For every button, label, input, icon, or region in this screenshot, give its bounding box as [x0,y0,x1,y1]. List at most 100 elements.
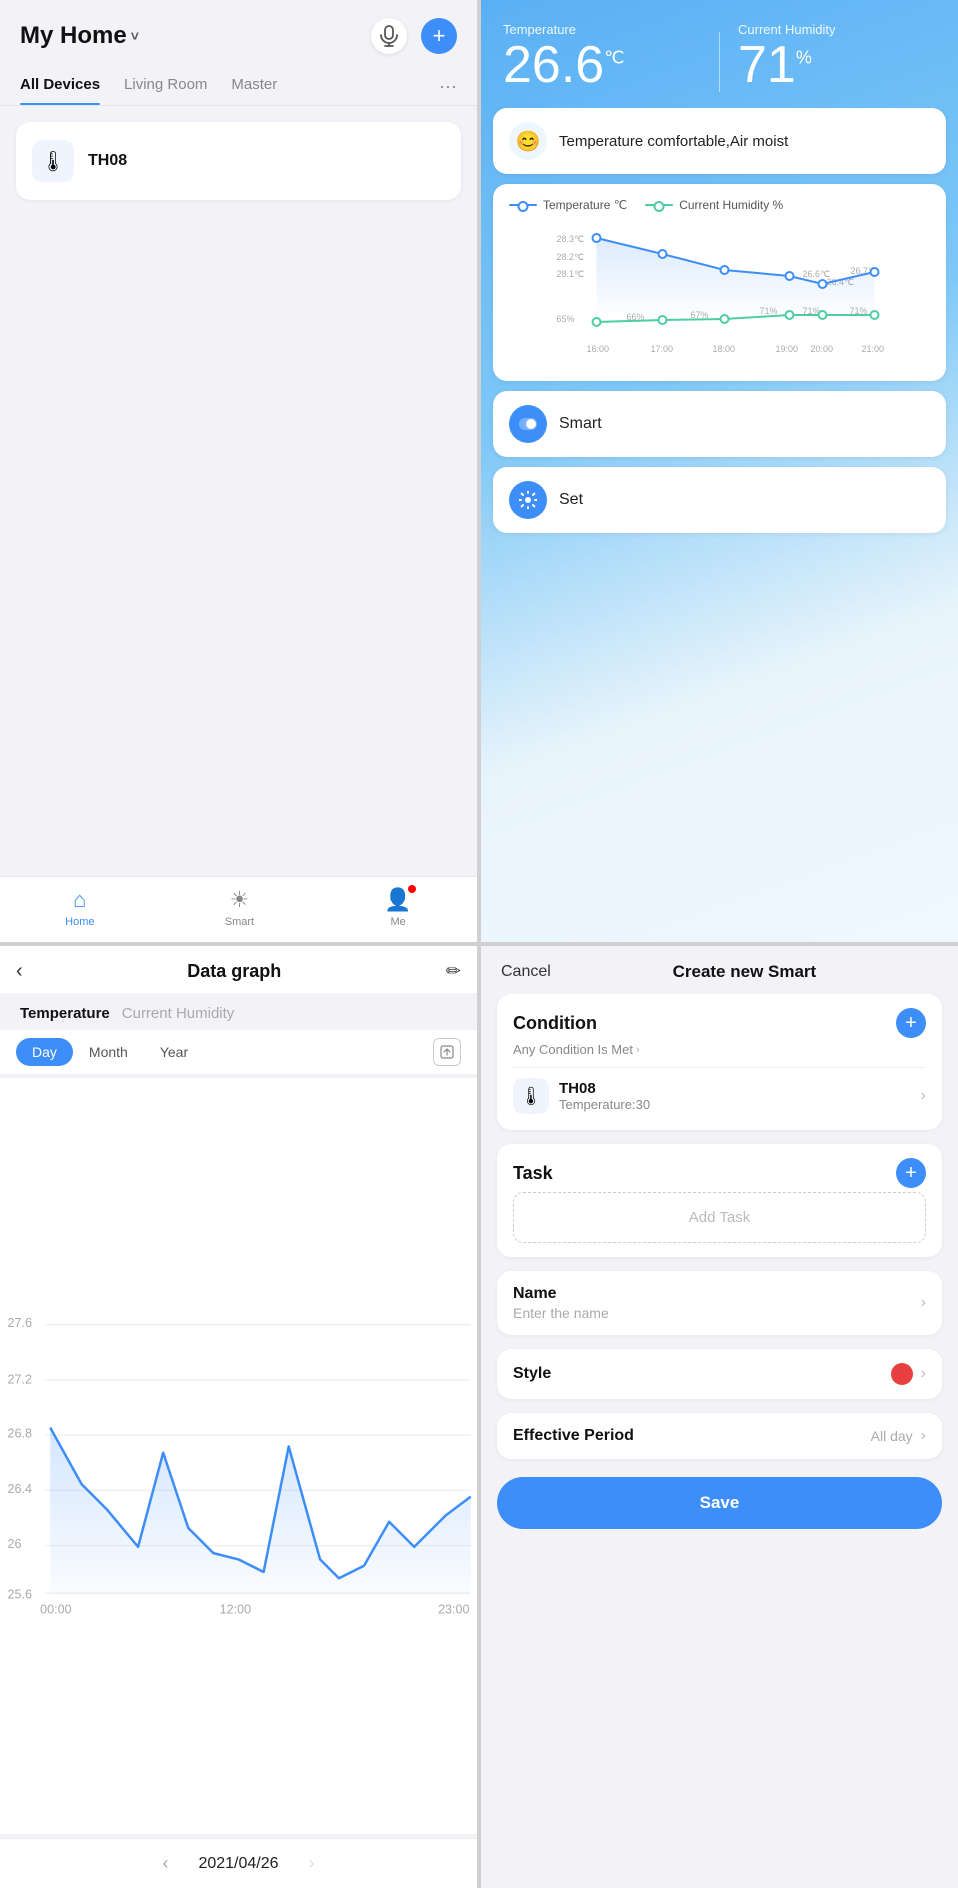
smart-row: Smart [509,405,930,443]
detail-top: Temperature 26.6℃ Current Humidity 71% [481,0,958,108]
graph-type-tabs: Temperature Current Humidity [0,993,477,1030]
svg-text:18:00: 18:00 [713,344,736,354]
effective-period-row[interactable]: Effective Period All day › [497,1413,942,1459]
temp-point-2 [721,266,729,274]
add-condition-button[interactable]: + [896,1008,926,1038]
device-card-th08[interactable]: 🌡 TH08 [16,122,461,200]
plus-icon: + [433,23,446,49]
svg-text:71%: 71% [760,306,778,316]
period-day-button[interactable]: Day [16,1038,73,1066]
name-row-left: Name Enter the name [513,1285,609,1321]
temperature-value: 26.6℃ [503,39,701,91]
device-name: TH08 [88,152,127,170]
condition-section: Condition + Any Condition Is Met › 🌡 TH0… [497,994,942,1130]
date-prev-button[interactable]: ‹ [162,1853,168,1874]
date-next-button[interactable]: › [309,1853,315,1874]
back-button[interactable]: ‹ [16,960,23,983]
svg-text:25.6: 25.6 [8,1587,32,1601]
svg-text:26: 26 [8,1537,22,1551]
main-chart-svg: 27.6 27.2 26.8 26.4 26 25.6 00:00 12:00 … [0,1088,477,1830]
temperature-block: Temperature 26.6℃ [503,22,701,91]
home-tabs: All Devices Living Room Master ··· [0,66,477,106]
tab-humidity[interactable]: Current Humidity [114,1003,239,1024]
bottom-nav: ⌂ Home ☀ Smart 👤 Me [0,876,477,942]
condition-title: Condition [513,1013,597,1034]
nav-smart[interactable]: ☀ Smart [225,887,254,928]
date-label: 2021/04/26 [198,1855,278,1873]
comfort-text: Temperature comfortable,Air moist [559,133,788,150]
home-chevron-icon: ˅ [131,28,139,44]
smart-card[interactable]: Smart [493,391,946,457]
tab-temperature[interactable]: Temperature [16,1003,114,1024]
condition-device-name: TH08 [559,1080,911,1097]
home-title[interactable]: My Home ˅ [20,22,139,50]
condition-subtitle[interactable]: Any Condition Is Met › [513,1042,926,1057]
panel-home: My Home ˅ + All Devices Living Room Mast… [0,0,477,942]
set-row: Set [509,481,930,519]
effective-title: Effective Period [513,1427,634,1445]
tab-all-devices[interactable]: All Devices [20,66,100,105]
temp-point-4 [819,280,827,288]
edit-button[interactable]: ✏ [446,961,461,982]
graph-chart-area: 27.6 27.2 26.8 26.4 26 25.6 00:00 12:00 … [0,1078,477,1834]
comfort-row: 😊 Temperature comfortable,Air moist [509,122,930,160]
set-icon [509,481,547,519]
hum-point-2 [721,315,729,323]
home-nav-icon: ⌂ [73,887,86,913]
add-task-button[interactable]: + [896,1158,926,1188]
save-button[interactable]: Save [497,1477,942,1529]
task-add-label: Add Task [689,1209,750,1226]
tab-master[interactable]: Master [231,66,277,105]
period-month-button[interactable]: Month [73,1038,144,1066]
svg-text:26.4: 26.4 [8,1482,32,1496]
panel-detail: Temperature 26.6℃ Current Humidity 71% 😊… [481,0,958,942]
hum-point-5 [871,311,879,319]
temp-point-3 [786,272,794,280]
tab-living-room[interactable]: Living Room [124,66,207,105]
svg-text:20:00: 20:00 [811,344,834,354]
style-row-right: › [891,1363,926,1385]
mic-button[interactable] [371,18,407,54]
panel-graph: ‹ Data graph ✏ Temperature Current Humid… [0,946,477,1888]
condition-device-sub: Temperature:30 [559,1097,911,1112]
temperature-label: Temperature [503,22,701,37]
svg-text:17:00: 17:00 [651,344,674,354]
task-add-box[interactable]: Add Task [513,1192,926,1243]
set-card[interactable]: Set [493,467,946,533]
svg-text:26.8: 26.8 [8,1427,32,1441]
home-header: My Home ˅ + [0,0,477,66]
humidity-block: Current Humidity 71% [738,22,936,91]
tabs-more-button[interactable]: ··· [439,66,457,105]
metric-divider [719,32,720,92]
me-nav-label: Me [390,916,405,928]
export-icon [440,1045,454,1059]
chart-area-fill [50,1428,471,1594]
smart-nav-label: Smart [225,916,254,928]
svg-text:12:00: 12:00 [220,1602,251,1616]
device-icon: 🌡 [32,140,74,182]
condition-subtitle-chevron: › [636,1044,640,1056]
add-device-button[interactable]: + [421,18,457,54]
style-row[interactable]: Style › [497,1349,942,1399]
nav-me[interactable]: 👤 Me [384,887,411,928]
name-title: Name [513,1285,609,1303]
nav-home[interactable]: ⌂ Home [65,887,94,928]
name-placeholder: Enter the name [513,1305,609,1321]
comfort-card: 😊 Temperature comfortable,Air moist [493,108,946,174]
cancel-button[interactable]: Cancel [501,963,551,981]
notification-badge [408,885,416,893]
detail-chart-svg: 28.3℃ 28.2℃ 28.1℃ 26.6℃ 26.4℃ 26.7℃ [509,222,930,362]
period-year-button[interactable]: Year [144,1038,204,1066]
svg-text:21:00: 21:00 [862,344,885,354]
chart-card: Temperature ℃ Current Humidity % [493,184,946,381]
condition-header: Condition + [513,1008,926,1038]
condition-device-row[interactable]: 🌡 TH08 Temperature:30 › [513,1067,926,1116]
device-list: 🌡 TH08 [0,106,477,876]
legend-humidity-label: Current Humidity % [679,198,783,212]
style-row-left: Style [513,1365,551,1383]
export-button[interactable] [433,1038,461,1066]
temperature-unit: ℃ [604,48,624,68]
graph-title: Data graph [187,961,281,982]
style-color-dot [891,1363,913,1385]
name-row[interactable]: Name Enter the name › [497,1271,942,1335]
